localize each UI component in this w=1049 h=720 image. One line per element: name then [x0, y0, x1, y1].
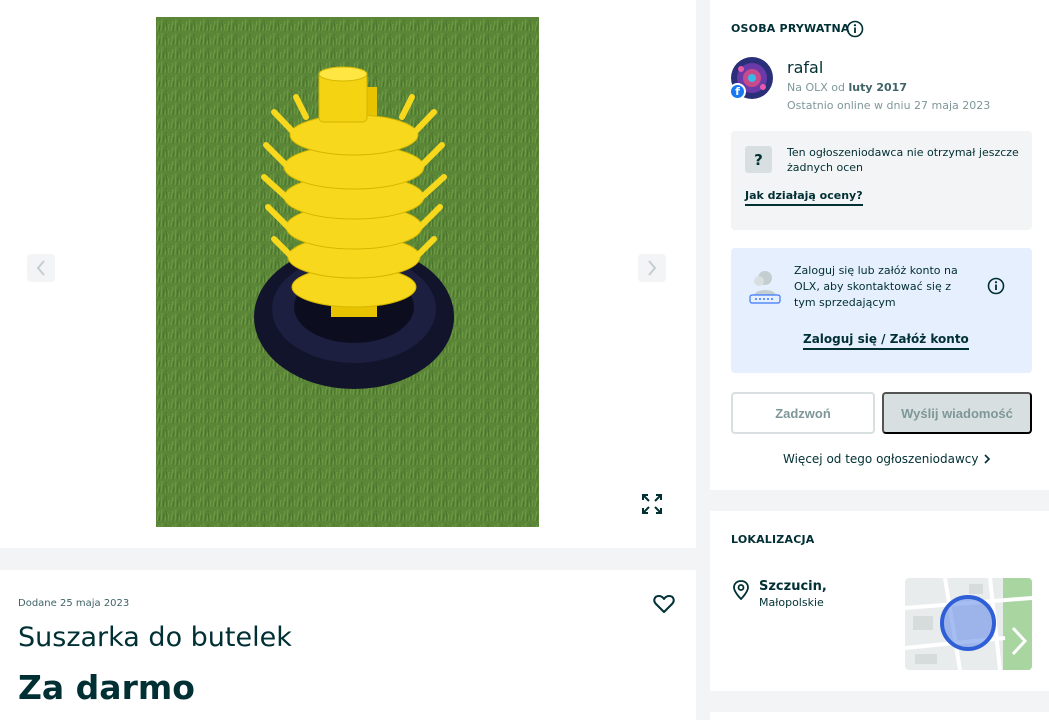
ratings-text: Ten ogłoszeniodawca nie otrzymał jeszcze… [787, 146, 1019, 174]
call-button[interactable]: Zadzwoń [731, 392, 875, 434]
next-card [710, 712, 1049, 720]
member-since-prefix: Na OLX od [787, 81, 849, 94]
login-info-icon[interactable] [987, 277, 1005, 295]
more-from-seller-link[interactable]: Więcej od tego ogłoszeniodawcy [783, 452, 991, 466]
map-thumbnail[interactable] [905, 578, 1032, 670]
seller-type-heading: OSOBA PRYWATNA [731, 22, 850, 35]
ad-details: Dodane 25 maja 2023 Suszarka do butelek … [0, 570, 696, 720]
seller-name[interactable]: rafal [787, 58, 823, 77]
facebook-badge-icon: f [729, 83, 746, 100]
location-city: Szczucin, [759, 579, 827, 594]
ad-title: Suszarka do butelek [18, 622, 292, 653]
location-pin-icon [732, 580, 750, 601]
product-photo[interactable] [156, 17, 539, 527]
member-since: Na OLX od luty 2017 [787, 81, 907, 94]
gallery-next-button[interactable] [638, 254, 666, 282]
question-icon: ? [745, 146, 772, 173]
info-icon[interactable] [846, 20, 864, 38]
fullscreen-button[interactable] [640, 492, 664, 516]
send-message-button[interactable]: Wyślij wiadomość [882, 392, 1032, 434]
heart-icon [653, 595, 675, 613]
ad-price: Za darmo [18, 668, 195, 707]
favorite-button[interactable] [653, 594, 675, 614]
chevron-left-icon [36, 260, 45, 276]
photo-gallery [0, 0, 696, 548]
login-illustration-icon [748, 268, 782, 306]
login-prompt: Zaloguj się lub załóż konto na OLX, aby … [731, 248, 1032, 373]
added-date: Dodane 25 maja 2023 [18, 598, 130, 609]
member-since-date: luty 2017 [848, 81, 907, 94]
last-online: Ostatnio online w dniu 27 maja 2023 [787, 99, 991, 112]
more-from-seller-label: Więcej od tego ogłoszeniodawcy [783, 452, 979, 466]
location-region: Małopolskie [759, 596, 824, 609]
seller-card: OSOBA PRYWATNA f rafal Na OLX od luty 20… [710, 0, 1049, 490]
location-card: LOKALIZACJA Szczucin, Małopolskie [710, 511, 1049, 691]
chevron-right-icon [983, 454, 990, 464]
login-register-link[interactable]: Zaloguj się / Załóż konto [803, 332, 969, 350]
gallery-prev-button[interactable] [27, 254, 55, 282]
login-prompt-text: Zaloguj się lub załóż konto na OLX, aby … [794, 264, 958, 309]
location-heading: LOKALIZACJA [731, 533, 815, 546]
chevron-right-icon [648, 260, 657, 276]
ratings-box: ? Ten ogłoszeniodawca nie otrzymał jeszc… [731, 131, 1032, 230]
ratings-help-link[interactable]: Jak działają oceny? [745, 189, 863, 206]
expand-icon [642, 494, 662, 514]
